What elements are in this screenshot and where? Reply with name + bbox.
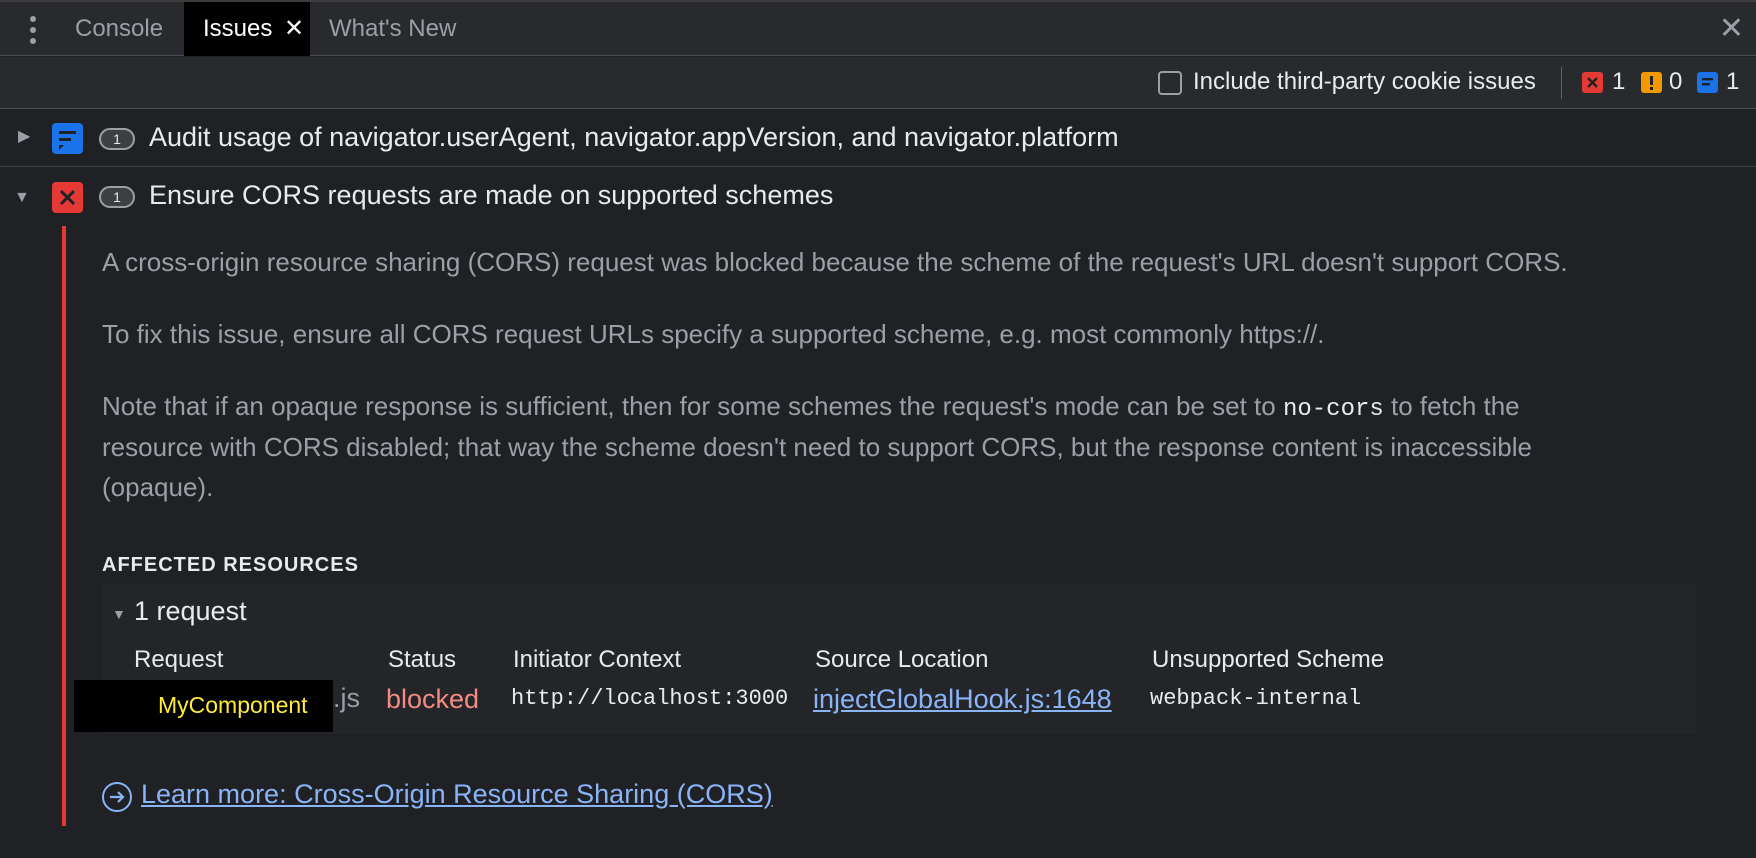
arrow-circle-icon[interactable] (102, 782, 132, 812)
issue-description: A cross-origin resource sharing (CORS) r… (102, 247, 1568, 277)
column-header-initiator: Initiator Context (513, 646, 682, 673)
no-cors-code: no-cors (1282, 396, 1384, 423)
info-count-icon (1697, 72, 1718, 93)
issue-count-badge: 1 (99, 128, 135, 150)
column-header-scheme: Unsupported Scheme (1152, 646, 1385, 673)
third-party-cookie-label[interactable]: Include third-party cookie issues (1193, 68, 1536, 96)
tab-console[interactable]: Console (75, 2, 163, 56)
warning-count: 0 (1669, 68, 1683, 95)
request-url-suffix[interactable]: .js (333, 683, 360, 714)
issue-note-line-1: Note that if an opaque response is suffi… (102, 386, 1520, 430)
close-tab-icon[interactable]: ✕ (284, 2, 304, 56)
issue-row-cors-scheme[interactable]: ▼ 1 Ensure CORS requests are made on sup… (0, 170, 1756, 226)
initiator-context: http://localhost:3000 (511, 686, 789, 711)
drawer-tab-bar: Console Issues ✕ What's New ✕ (0, 0, 1756, 56)
issue-title[interactable]: Audit usage of navigator.userAgent, navi… (149, 122, 1119, 153)
error-count-icon (1582, 72, 1603, 93)
error-count: 1 (1612, 68, 1626, 95)
info-icon (52, 123, 83, 154)
collapse-requests-icon[interactable]: ▼ (112, 606, 126, 622)
tab-issues-label: Issues (203, 15, 273, 42)
expand-arrow-icon[interactable]: ▶ (18, 126, 30, 146)
issue-title[interactable]: Ensure CORS requests are made on support… (149, 180, 833, 211)
request-url-redacted[interactable]: MyComponent (74, 680, 333, 732)
toolbar-divider (1561, 67, 1562, 99)
warning-count-icon (1641, 72, 1662, 93)
unsupported-scheme: webpack-internal (1150, 686, 1362, 711)
issues-toolbar: Include third-party cookie issues 1 0 1 (0, 57, 1756, 109)
close-drawer-icon[interactable]: ✕ (1719, 11, 1744, 47)
tab-whats-new[interactable]: What's New (329, 2, 456, 56)
note-text-after: to fetch the (1383, 391, 1520, 421)
column-header-request: Request (134, 646, 224, 673)
tab-issues[interactable]: Issues ✕ (184, 2, 310, 56)
collapse-arrow-icon[interactable]: ▼ (14, 189, 30, 207)
issue-note-line-3: (opaque). (102, 472, 214, 502)
info-count: 1 (1726, 68, 1740, 95)
request-label: MyComponent (158, 692, 308, 718)
note-text-before: Note that if an opaque response is suffi… (102, 391, 1283, 421)
column-header-source: Source Location (815, 646, 989, 673)
request-status: blocked (386, 684, 480, 714)
source-location-link[interactable]: injectGlobalHook.js:1648 (813, 684, 1112, 715)
issue-note-line-2: resource with CORS disabled; that way th… (102, 432, 1532, 462)
more-options-icon[interactable] (22, 14, 44, 46)
issue-severity-bar (62, 226, 66, 826)
issue-fix-description: To fix this issue, ensure all CORS reque… (102, 319, 1325, 349)
issue-count-badge: 1 (99, 186, 135, 208)
learn-more-link[interactable]: Learn more: Cross-Origin Resource Sharin… (141, 779, 773, 810)
affected-resources-heading: AFFECTED RESOURCES (102, 554, 359, 576)
third-party-cookie-checkbox[interactable] (1158, 71, 1182, 95)
request-count[interactable]: 1 request (134, 596, 247, 627)
column-header-status: Status (388, 646, 457, 673)
issue-row-navigator-audit[interactable]: ▶ 1 Audit usage of navigator.userAgent, … (0, 110, 1756, 167)
error-icon (52, 182, 83, 213)
